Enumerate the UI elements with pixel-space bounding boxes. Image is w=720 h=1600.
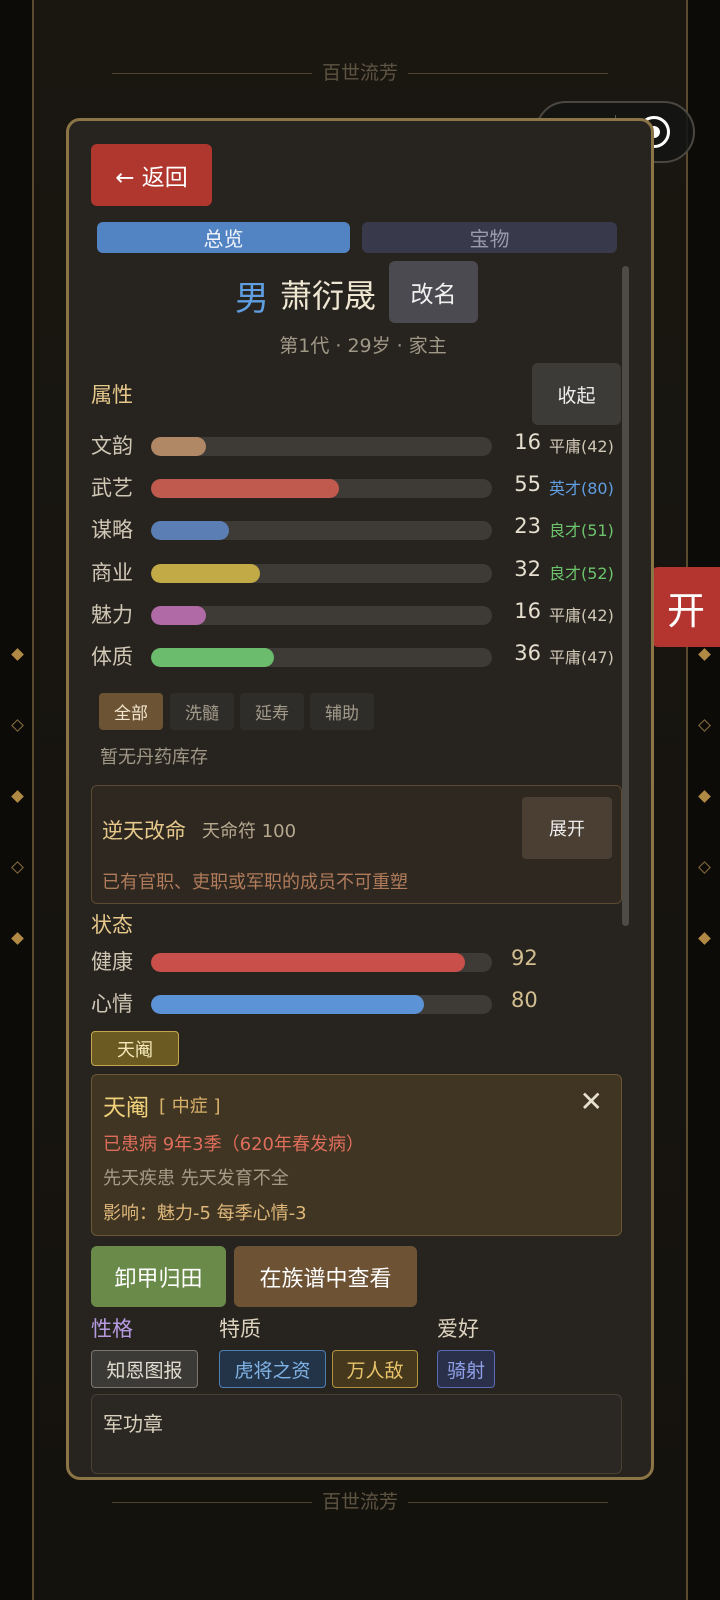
fate-change-cost: 天命符 100 xyxy=(202,821,297,842)
tab-treasure[interactable]: 宝物 xyxy=(362,222,617,253)
disease-name: 天阉 xyxy=(103,1095,149,1121)
attribute-value: 23 xyxy=(514,514,541,538)
right-ornament xyxy=(697,648,711,1005)
attribute-row: 文韵 16 平庸(42) xyxy=(91,430,621,462)
disease-effect: 影响：魅力-5 每季心情-3 xyxy=(103,1203,307,1224)
status-value: 92 xyxy=(511,946,538,970)
attribute-value: 55 xyxy=(514,472,541,496)
personality-title: 性格 xyxy=(91,1317,133,1341)
character-name-row: 男 萧衍晟 改名 xyxy=(69,261,651,323)
attribute-value: 36 xyxy=(514,641,541,665)
pill-filter-support[interactable]: 辅助 xyxy=(310,693,374,730)
attribute-value: 16 xyxy=(514,599,541,623)
quality-chip[interactable]: 虎将之资 xyxy=(219,1350,326,1388)
attribute-bar xyxy=(151,479,492,498)
hobby-chip[interactable]: 骑射 xyxy=(437,1350,495,1388)
attribute-row: 魅力 16 平庸(42) xyxy=(91,599,621,631)
attribute-label: 体质 xyxy=(91,645,133,669)
attribute-row: 武艺 55 英才(80) xyxy=(91,472,621,504)
attribute-label: 商业 xyxy=(91,561,133,585)
status-row-health: 健康 92 xyxy=(91,946,621,978)
status-title: 状态 xyxy=(91,913,133,937)
character-name: 萧衍晟 xyxy=(280,277,377,315)
pill-filter-longevity[interactable]: 延寿 xyxy=(240,693,304,730)
retire-button[interactable]: 卸甲归田 xyxy=(91,1246,226,1307)
disease-card: 天阉 [ 中症 ] ✕ 已患病 9年3季（620年春发病） 先天疾患 先天发育不… xyxy=(91,1074,622,1236)
quality-chip[interactable]: 万人敌 xyxy=(332,1350,418,1388)
side-open-button[interactable]: 开 xyxy=(652,567,720,647)
view-genealogy-button[interactable]: 在族谱中查看 xyxy=(234,1246,417,1307)
disease-description: 先天疾患 先天发育不全 xyxy=(103,1168,289,1189)
scrollbar[interactable] xyxy=(622,266,629,926)
attribute-value: 32 xyxy=(514,557,541,581)
attribute-row: 谋略 23 良才(51) xyxy=(91,514,621,546)
hobby-title: 爱好 xyxy=(437,1317,479,1341)
close-icon[interactable]: ✕ xyxy=(580,1085,603,1118)
back-button[interactable]: ← 返回 xyxy=(91,144,212,206)
attribute-bar xyxy=(151,564,492,583)
tab-overview[interactable]: 总览 xyxy=(97,222,350,253)
disease-tag[interactable]: 天阉 xyxy=(91,1031,179,1066)
disease-sick-info: 已患病 9年3季（620年春发病） xyxy=(103,1134,364,1155)
disease-severity: [ 中症 ] xyxy=(159,1096,221,1117)
gender-label: 男 xyxy=(235,279,269,319)
personality-chip[interactable]: 知恩图报 xyxy=(91,1350,198,1388)
rename-button[interactable]: 改名 xyxy=(389,261,478,323)
character-subinfo: 第1代 · 29岁 · 家主 xyxy=(279,335,447,357)
attribute-bar xyxy=(151,521,492,540)
attribute-bar xyxy=(151,648,492,667)
status-row-mood: 心情 80 xyxy=(91,988,621,1020)
medal-panel: 军功章 xyxy=(91,1394,622,1474)
left-ornament xyxy=(10,648,24,1005)
fate-change-note: 已有官职、吏职或军职的成员不可重塑 xyxy=(102,872,408,893)
mood-bar xyxy=(151,995,492,1014)
status-value: 80 xyxy=(511,988,538,1012)
attribute-grade: 良才(51) xyxy=(549,521,614,540)
attributes-title: 属性 xyxy=(91,383,133,407)
background-title-top: 百世流芳 xyxy=(0,58,720,85)
health-bar xyxy=(151,953,492,972)
attribute-bar xyxy=(151,606,492,625)
attribute-label: 魅力 xyxy=(91,603,133,627)
character-detail-modal: ← 返回 总览 宝物 男 萧衍晟 改名 第1代 · 29岁 · 家主 属性 收起… xyxy=(66,118,654,1480)
collapse-button[interactable]: 收起 xyxy=(532,363,621,425)
attribute-grade: 平庸(47) xyxy=(549,648,614,667)
attribute-grade: 良才(52) xyxy=(549,564,614,583)
attribute-label: 武艺 xyxy=(91,476,133,500)
medal-title: 军功章 xyxy=(103,1412,163,1436)
status-label: 健康 xyxy=(91,950,133,974)
pill-filter-all[interactable]: 全部 xyxy=(99,693,163,730)
attribute-grade: 平庸(42) xyxy=(549,606,614,625)
attribute-row: 商业 32 良才(52) xyxy=(91,557,621,589)
status-label: 心情 xyxy=(91,992,133,1016)
attribute-bar xyxy=(151,437,492,456)
quality-title: 特质 xyxy=(219,1317,261,1341)
fate-change-panel: 逆天改命 天命符 100 展开 已有官职、吏职或军职的成员不可重塑 xyxy=(91,785,622,904)
background-title-bottom: 百世流芳 xyxy=(0,1487,720,1514)
pill-empty-tip: 暂无丹药库存 xyxy=(100,747,208,768)
attribute-grade: 英才(80) xyxy=(549,479,614,498)
attribute-label: 谋略 xyxy=(91,518,133,542)
attribute-grade: 平庸(42) xyxy=(549,437,614,456)
pill-filter-marrow[interactable]: 洗髓 xyxy=(170,693,234,730)
attribute-value: 16 xyxy=(514,430,541,454)
attribute-row: 体质 36 平庸(47) xyxy=(91,641,621,673)
attribute-label: 文韵 xyxy=(91,434,133,458)
expand-button[interactable]: 展开 xyxy=(522,797,612,859)
fate-change-title: 逆天改命 xyxy=(102,819,186,843)
